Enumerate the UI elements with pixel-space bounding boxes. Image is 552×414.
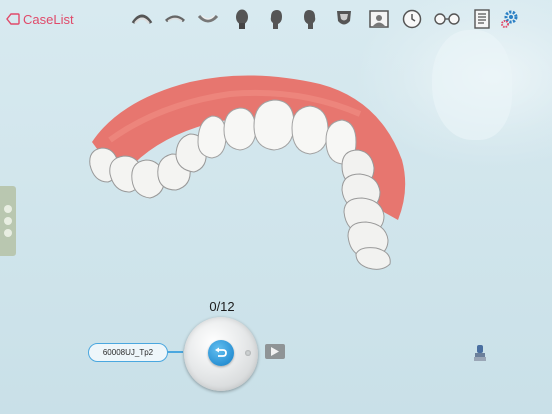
- play-icon: [271, 347, 279, 356]
- lower-arch-icon[interactable]: [196, 7, 220, 31]
- undo-icon: [215, 347, 227, 357]
- jaw-icon[interactable]: [332, 7, 356, 31]
- document-icon[interactable]: [470, 7, 494, 31]
- clock-icon[interactable]: [400, 7, 424, 31]
- background-face: [432, 30, 512, 140]
- head-right-icon[interactable]: [298, 7, 322, 31]
- upper-arch-top-icon[interactable]: [163, 7, 187, 31]
- top-toolbar: CaseList: [0, 0, 552, 36]
- tab-dot: [4, 229, 12, 237]
- photo-frame-icon[interactable]: [367, 7, 391, 31]
- connector-line: [167, 351, 183, 353]
- glasses-icon[interactable]: [432, 7, 462, 31]
- play-button[interactable]: [265, 344, 285, 359]
- tab-dot: [4, 205, 12, 213]
- back-tab-icon: [6, 13, 20, 25]
- caselist-button[interactable]: CaseList: [6, 11, 74, 27]
- dental-arch-model[interactable]: [80, 70, 420, 275]
- undo-button[interactable]: [208, 340, 234, 366]
- head-front-icon[interactable]: [230, 7, 254, 31]
- side-panel-tab[interactable]: [0, 186, 16, 256]
- step-counter: 0/12: [209, 299, 235, 314]
- caselist-label: CaseList: [23, 11, 74, 27]
- case-name-pill[interactable]: 60008UJ_Tp2: [88, 343, 168, 362]
- head-left-icon[interactable]: [264, 7, 288, 31]
- tab-dot: [4, 217, 12, 225]
- upper-arch-front-icon[interactable]: [130, 7, 154, 31]
- stamp-icon[interactable]: [473, 344, 487, 362]
- dial-indicator: [245, 350, 251, 356]
- settings-icon[interactable]: [498, 7, 522, 31]
